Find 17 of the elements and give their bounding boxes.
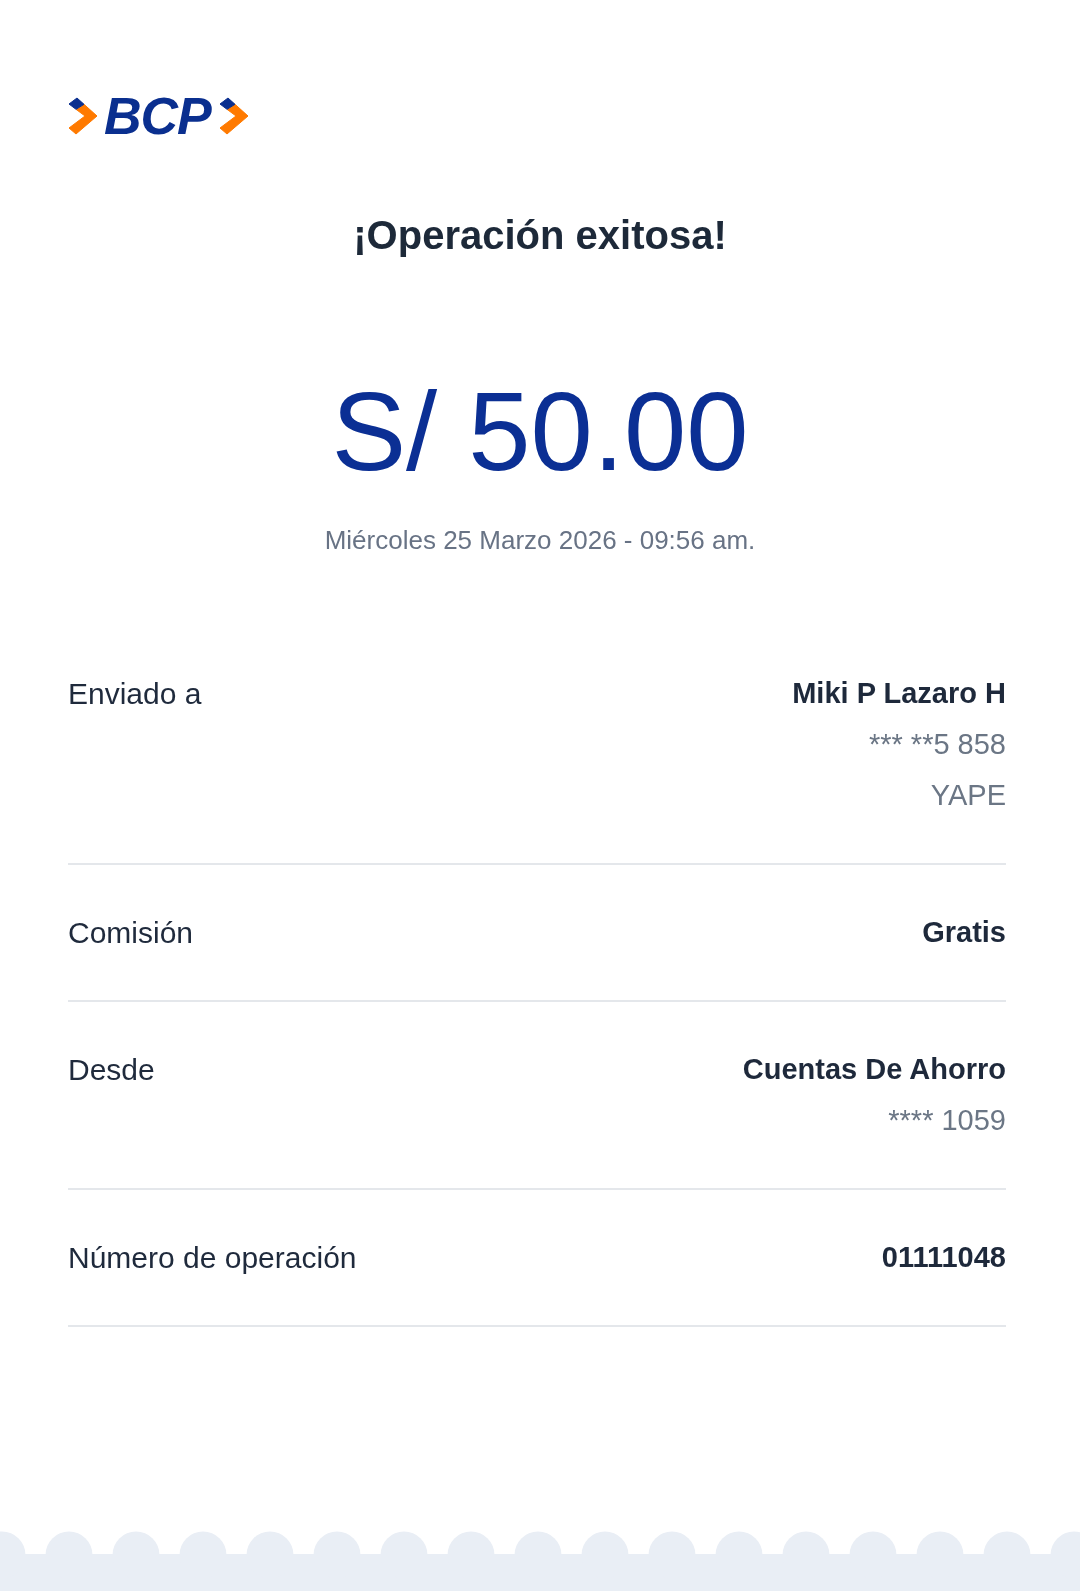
detail-label: Número de operación [68,1240,357,1276]
amount-text: S/ 50.00 [331,376,749,488]
detail-label: Desde [68,1052,155,1088]
logo-text: BCP [104,96,213,136]
detail-note: *** **5 858 [868,727,1006,762]
detail-label: Enviado a [68,676,202,712]
success-title: ¡Operación exitosa! [353,212,727,259]
detail-value: Miki P Lazaro H [792,676,1006,711]
date-time-text: Miércoles 25 Marzo 2026 - 09:56 am. [324,524,756,556]
detail-value: 01111048 [881,1240,1006,1275]
detail-value: Cuentas De Ahorro [742,1052,1006,1087]
detail-note: YAPE [930,778,1006,813]
chevron-icon [68,97,98,135]
detail-note: **** 1059 [888,1103,1006,1138]
chevron-icon [218,97,249,135]
detail-value: Gratis [922,915,1006,950]
detail-label: Comisión [68,915,194,951]
